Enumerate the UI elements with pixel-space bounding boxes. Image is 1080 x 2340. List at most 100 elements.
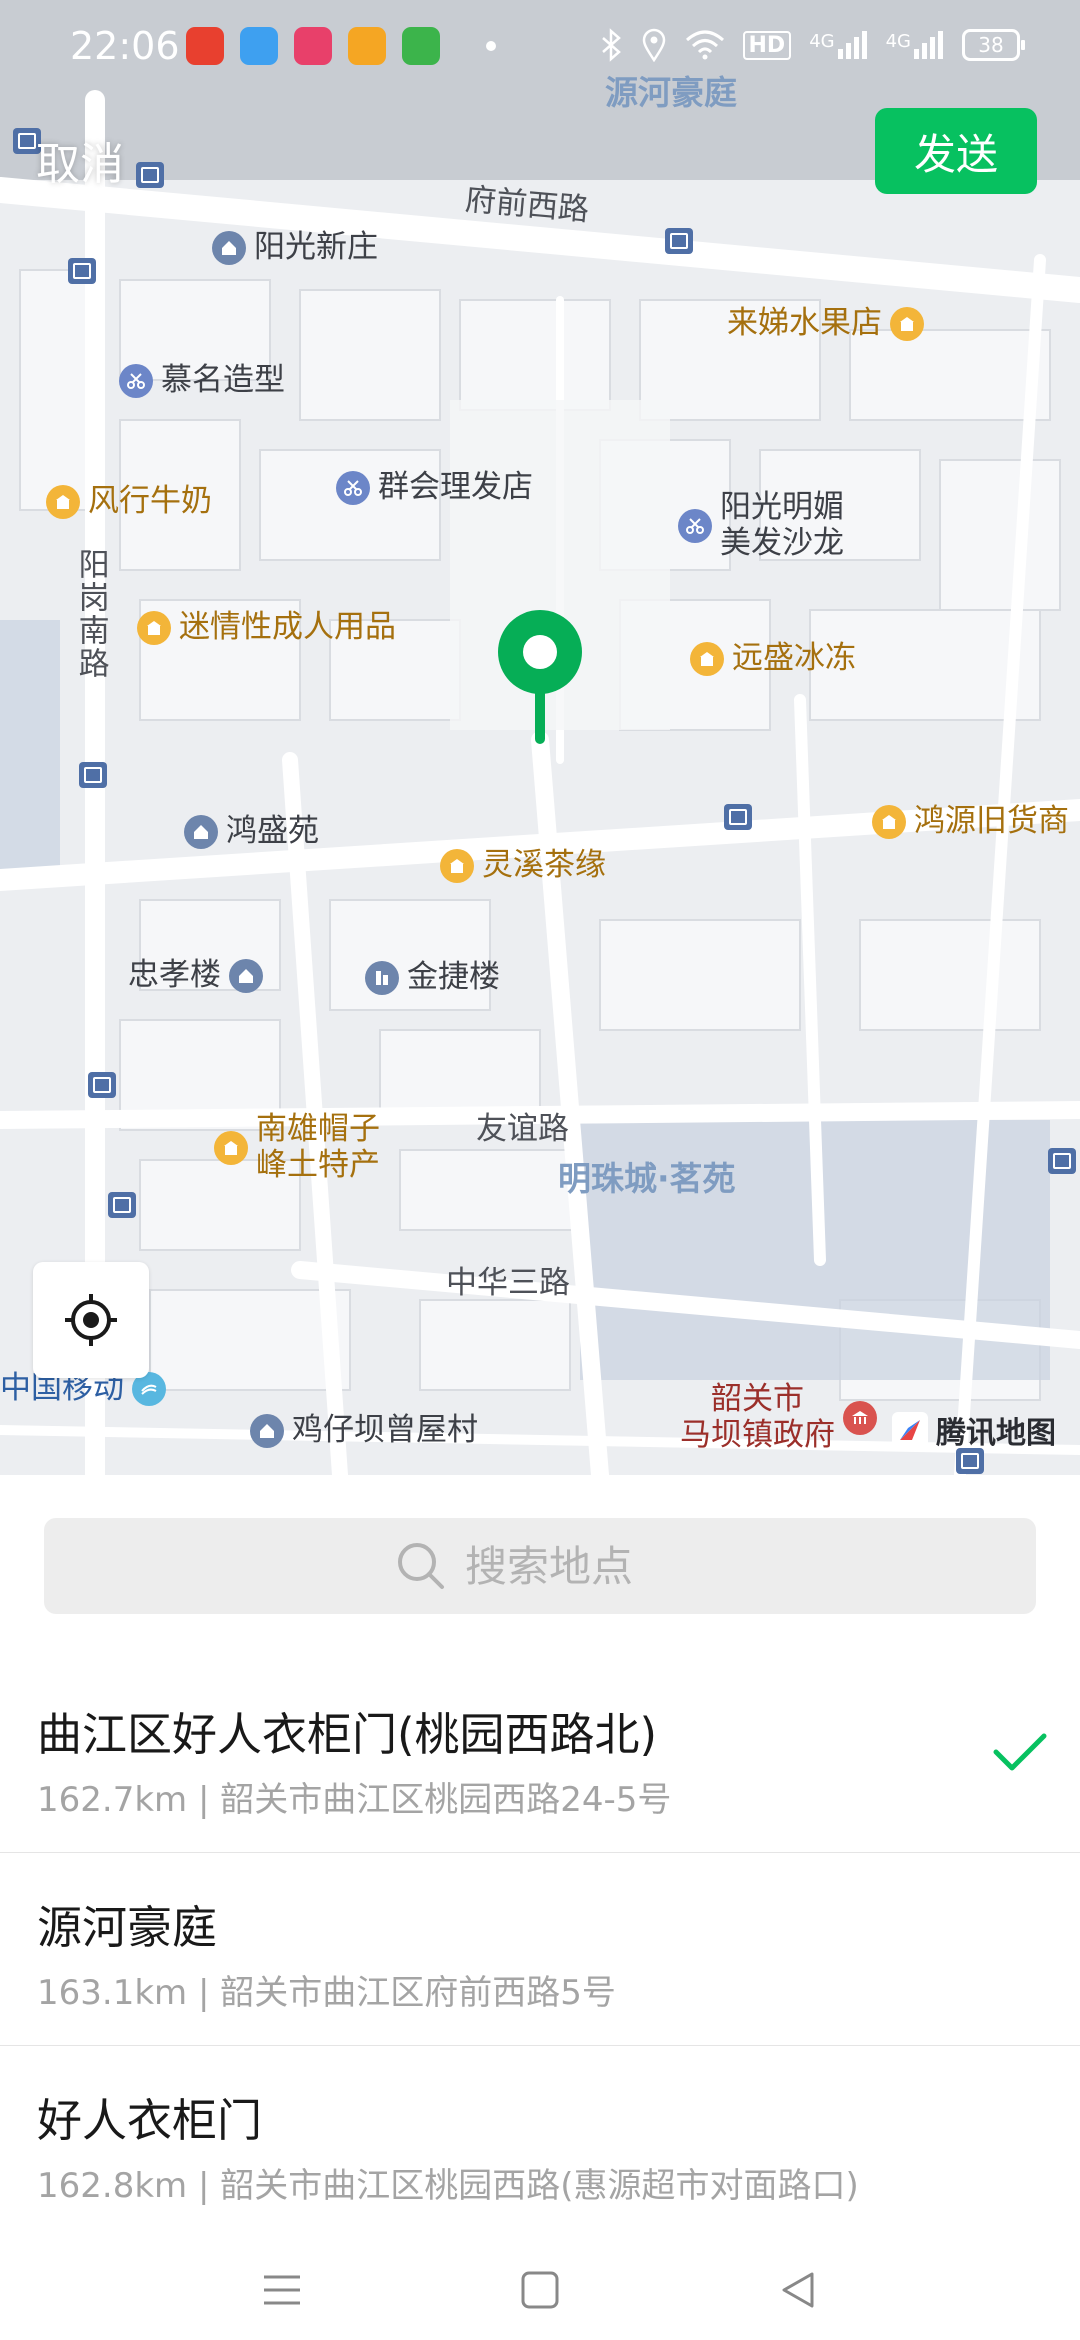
poi-label-line-1: 南雄帽子 bbox=[256, 1111, 380, 1147]
signal-bars-icon bbox=[837, 31, 867, 59]
list-item[interactable]: 源河豪庭 163.1km | 韶关市曲江区府前西路5号 bbox=[0, 1853, 1080, 2046]
locate-button[interactable] bbox=[33, 1262, 149, 1378]
poi-yangguang-salon[interactable]: 阳光明媚 美发沙龙 bbox=[678, 489, 844, 561]
poi-label: 鸿源旧货商 bbox=[914, 803, 1069, 839]
search-bar[interactable] bbox=[44, 1518, 1036, 1614]
poi-label: 阳光明媚 美发沙龙 bbox=[720, 489, 844, 561]
poi-lingxi[interactable]: 灵溪茶缘 bbox=[440, 847, 606, 884]
signal-1-label: 4G bbox=[809, 31, 835, 52]
poi-fengxing[interactable]: 风行牛奶 bbox=[46, 483, 212, 520]
poi-label: 鸡仔坝曾屋村 bbox=[292, 1412, 478, 1448]
status-time: 22:06 bbox=[70, 24, 180, 68]
battery-icon: 38 bbox=[962, 29, 1025, 61]
poi-hongyuan[interactable]: 鸿源旧货商 bbox=[872, 803, 1069, 840]
map-view[interactable]: 源河豪庭 明珠城·茗苑 府前西路 阳岗南路 友谊路 中华三路 阳光新庄 来娣水果… bbox=[0, 0, 1080, 1475]
poi-label: 阳光新庄 bbox=[254, 229, 378, 265]
poi-label-line-1: 阳光明媚 bbox=[720, 489, 844, 525]
poi-jinjie[interactable]: 金捷楼 bbox=[365, 959, 500, 996]
battery-level: 38 bbox=[978, 33, 1004, 57]
search-input[interactable] bbox=[465, 1541, 685, 1591]
road-label-yanggang: 阳岗南路 bbox=[72, 548, 109, 680]
send-button[interactable]: 发送 bbox=[875, 108, 1037, 194]
system-nav-bar bbox=[0, 2240, 1080, 2340]
poi-label: 韶关市 马坝镇政府 bbox=[680, 1381, 835, 1453]
result-name: 曲江区好人衣柜门(桃园西路北) bbox=[37, 1708, 658, 1761]
result-name: 源河豪庭 bbox=[37, 1901, 218, 1954]
nav-menu-button[interactable] bbox=[252, 2260, 312, 2320]
location-results-list: 曲江区好人衣柜门(桃园西路北) 162.7km | 韶关市曲江区桃园西路24-5… bbox=[0, 1660, 1080, 2239]
shop-icon bbox=[214, 1130, 248, 1165]
app-notification-icon bbox=[186, 27, 224, 65]
road-label-zhonghua: 中华三路 bbox=[446, 1265, 570, 1301]
bus-stop-icon bbox=[68, 258, 96, 284]
signal-2-label: 4G bbox=[885, 31, 911, 52]
signal-2: 4G bbox=[886, 31, 944, 59]
poi-label: 忠孝楼 bbox=[128, 957, 221, 993]
poi-label-line-2: 峰土特产 bbox=[256, 1146, 380, 1183]
map-watermark: 腾讯地图 bbox=[892, 1408, 1056, 1452]
shop-icon bbox=[690, 641, 724, 676]
menu-icon bbox=[264, 2275, 300, 2305]
bluetooth-icon bbox=[601, 28, 621, 62]
poi-zhongxiao[interactable]: 忠孝楼 bbox=[128, 957, 263, 994]
poi-jizai[interactable]: 鸡仔坝曾屋村 bbox=[250, 1412, 478, 1449]
poi-label: 金捷楼 bbox=[407, 959, 500, 995]
poi-label: 鸿盛苑 bbox=[226, 813, 319, 849]
list-item[interactable]: 好人衣柜门 162.8km | 韶关市曲江区桃园西路(惠源超市对面路口) bbox=[0, 2046, 1080, 2239]
area-label-mingzhu: 明珠城·茗苑 bbox=[558, 1159, 736, 1198]
notification-icons bbox=[186, 27, 496, 65]
scissors-icon bbox=[119, 363, 153, 398]
bus-stop-icon bbox=[724, 804, 752, 830]
poi-muming[interactable]: 慕名造型 bbox=[119, 362, 285, 399]
poi-label: 迷情性成人用品 bbox=[179, 609, 396, 645]
status-bar: 22:06 HD 4G 4G 38 bbox=[0, 0, 1080, 100]
location-icon bbox=[642, 28, 665, 62]
nav-home-button[interactable] bbox=[510, 2260, 570, 2320]
wifi-icon bbox=[685, 30, 724, 60]
signal-bars-icon bbox=[914, 31, 943, 59]
poi-hongsheng[interactable]: 鸿盛苑 bbox=[184, 813, 319, 850]
result-name: 好人衣柜门 bbox=[37, 2094, 263, 2147]
map-pin-icon bbox=[498, 610, 582, 744]
poi-label: 南雄帽子 峰土特产 bbox=[256, 1111, 380, 1183]
app-notification-icon bbox=[348, 27, 386, 65]
scissors-icon bbox=[678, 508, 712, 543]
poi-laiti[interactable]: 来娣水果店 bbox=[727, 305, 924, 342]
poi-label: 来娣水果店 bbox=[727, 305, 882, 341]
bus-stop-icon bbox=[1048, 1148, 1076, 1174]
check-icon bbox=[993, 1733, 1047, 1771]
poi-mi[interactable]: 迷情性成人用品 bbox=[137, 609, 396, 646]
road-label-youyi: 友谊路 bbox=[476, 1111, 569, 1147]
shop-icon bbox=[137, 610, 171, 645]
app-notification-icon bbox=[240, 27, 278, 65]
residential-icon bbox=[212, 230, 246, 265]
search-icon bbox=[398, 1543, 444, 1589]
poi-yangguang[interactable]: 阳光新庄 bbox=[212, 229, 378, 266]
back-icon bbox=[782, 2272, 814, 2308]
poi-label: 风行牛奶 bbox=[88, 483, 212, 519]
shop-icon bbox=[890, 306, 924, 341]
bus-stop-icon bbox=[665, 228, 693, 254]
bus-stop-icon bbox=[88, 1072, 116, 1098]
poi-qunhui[interactable]: 群会理发店 bbox=[336, 469, 533, 506]
app-notification-icon bbox=[294, 27, 332, 65]
shop-icon bbox=[872, 804, 906, 839]
list-item[interactable]: 曲江区好人衣柜门(桃园西路北) 162.7km | 韶关市曲江区桃园西路24-5… bbox=[0, 1660, 1080, 1853]
result-detail: 163.1km | 韶关市曲江区府前西路5号 bbox=[37, 1973, 616, 2013]
scissors-icon bbox=[336, 470, 370, 505]
nav-back-button[interactable] bbox=[768, 2260, 828, 2320]
poi-gov[interactable]: 韶关市 马坝镇政府 bbox=[680, 1381, 877, 1453]
bus-stop-icon bbox=[79, 762, 107, 788]
result-detail: 162.7km | 韶关市曲江区桃园西路24-5号 bbox=[37, 1780, 672, 1820]
poi-label: 远盛冰冻 bbox=[732, 640, 856, 676]
cancel-button[interactable]: 取消 bbox=[36, 128, 124, 192]
bus-stop-icon bbox=[108, 1192, 136, 1218]
signal-1: 4G bbox=[809, 31, 867, 59]
poi-yuansheng[interactable]: 远盛冰冻 bbox=[690, 640, 856, 677]
home-icon bbox=[521, 2271, 559, 2309]
poi-nanxiong[interactable]: 南雄帽子 峰土特产 bbox=[214, 1111, 380, 1183]
residential-icon bbox=[184, 814, 218, 849]
result-detail: 162.8km | 韶关市曲江区桃园西路(惠源超市对面路口) bbox=[37, 2166, 859, 2206]
locate-icon bbox=[65, 1294, 117, 1346]
status-right: HD 4G 4G 38 bbox=[599, 28, 1025, 62]
